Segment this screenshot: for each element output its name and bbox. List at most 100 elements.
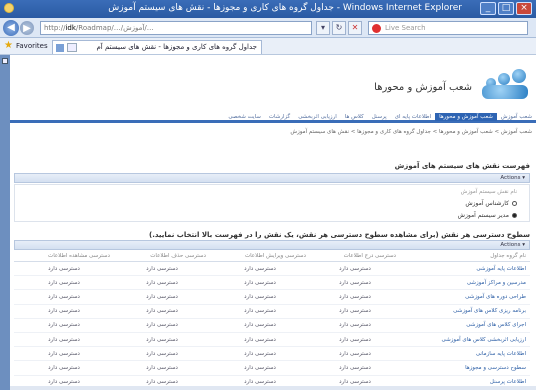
view-access: دسترسی دارد bbox=[14, 304, 114, 319]
url-prefix: http:// bbox=[44, 24, 66, 32]
actions-label: Actions bbox=[500, 242, 521, 248]
roles-list-box: نام نقش سیستم آموزش کارشناس آموزش مدیر س… bbox=[14, 184, 530, 222]
edit-access: دسترسی دارد bbox=[210, 346, 310, 362]
view-access: دسترسی دارد bbox=[14, 289, 114, 305]
role-option-label: مدیر سیستم آموزش bbox=[457, 212, 509, 219]
nav-item[interactable]: شعب آموزش bbox=[497, 113, 536, 121]
nav-item[interactable]: گزارشات bbox=[265, 113, 294, 121]
edit-access: دسترسی دارد bbox=[210, 261, 310, 277]
quick-tabs-icon[interactable] bbox=[67, 43, 77, 52]
site-logo bbox=[476, 69, 530, 105]
group-name-link[interactable]: برنامه ریزی کلاس های آموزشی bbox=[400, 304, 530, 319]
nav-item[interactable]: سایت شخصی bbox=[224, 113, 264, 121]
delete-access: دسترسی دارد bbox=[114, 261, 210, 277]
delete-access: دسترسی دارد bbox=[114, 304, 210, 319]
insert-access: دسترسی دارد bbox=[310, 332, 400, 348]
nav-item[interactable]: ارزیابی اثربخشی bbox=[294, 113, 341, 121]
actions-label: Actions bbox=[500, 175, 521, 181]
table-header-row: نام گروه جداول دسترسی درج اطلاعات دسترسی… bbox=[14, 251, 530, 262]
view-access: دسترسی دارد bbox=[14, 332, 114, 348]
page-content: شعب آموزش و محورها شعب آموزششعب آموزش و … bbox=[10, 55, 536, 390]
group-name-link[interactable]: اطلاعات پایه سازمانی bbox=[400, 346, 530, 362]
maximize-button[interactable]: □ bbox=[498, 2, 514, 15]
nav-item-active[interactable]: شعب آموزش و محورها bbox=[435, 113, 497, 121]
view-access: دسترسی دارد bbox=[14, 346, 114, 362]
group-name-link[interactable]: مدرسین و مراکز آموزشی bbox=[400, 275, 530, 291]
insert-access: دسترسی دارد bbox=[310, 304, 400, 319]
view-access: دسترسی دارد bbox=[14, 261, 114, 277]
top-navigation: شعب آموزششعب آموزش و محورهااطلاعات پایه … bbox=[10, 113, 536, 123]
column-header[interactable]: دسترسی حذف اطلاعات bbox=[114, 251, 210, 262]
access-levels-title: سطوح دسترسی هر نقش (برای مشاهده سطوح دست… bbox=[149, 231, 530, 239]
edit-access: دسترسی دارد bbox=[210, 332, 310, 348]
search-placeholder: Live Search bbox=[385, 24, 426, 32]
live-search-icon bbox=[372, 24, 381, 33]
url-host: idk bbox=[65, 24, 76, 32]
dropdown-icon[interactable]: ▾ bbox=[316, 21, 330, 35]
table-row: اطلاعات پایه سازمانی دسترسی دارد دسترسی دا… bbox=[14, 346, 530, 362]
table-row: طراحی دوره های آموزشی دسترسی دارد دسترسی د… bbox=[14, 289, 530, 305]
nav-item[interactable]: کلاس ها bbox=[341, 113, 368, 121]
forward-button[interactable]: ▶ bbox=[20, 21, 34, 35]
radio-button-selected[interactable] bbox=[512, 213, 517, 218]
table-row: ارزیابی اثربخشی کلاس های آموزشی دسترسی دا… bbox=[14, 332, 530, 348]
breadcrumb[interactable]: شعب آموزش > شعب آموزش و محورها > جداول گ… bbox=[290, 129, 532, 135]
role-option-selected[interactable]: مدیر سیستم آموزش bbox=[458, 212, 517, 219]
edit-access: دسترسی دارد bbox=[210, 304, 310, 319]
roles-field-label: نام نقش سیستم آموزش bbox=[460, 189, 517, 195]
column-header[interactable]: دسترسی ویرایش اطلاعات bbox=[210, 251, 310, 262]
edit-access: دسترسی دارد bbox=[210, 289, 310, 305]
delete-access: دسترسی دارد bbox=[114, 332, 210, 348]
page-bottom-edge bbox=[10, 386, 536, 390]
browser-tab[interactable]: جداول گروه های کاری و مجوزها - نقش های س… bbox=[52, 40, 262, 54]
browser-gutter bbox=[0, 55, 10, 390]
radio-button[interactable] bbox=[512, 201, 517, 206]
insert-access: دسترسی دارد bbox=[310, 346, 400, 362]
refresh-icon[interactable]: ↻ bbox=[332, 21, 346, 35]
group-name-link[interactable]: اطلاعات پایه آموزشی bbox=[400, 261, 530, 277]
window-title: جداول گروه های کاری و مجوزها - نقش های س… bbox=[108, 3, 462, 13]
search-input[interactable]: Live Search bbox=[368, 21, 528, 35]
role-option[interactable]: کارشناس آموزش bbox=[465, 200, 517, 207]
group-name-link[interactable]: ارزیابی اثربخشی کلاس های آموزشی bbox=[400, 332, 530, 348]
column-header[interactable]: نام گروه جداول bbox=[400, 251, 530, 262]
access-levels-table: نام گروه جداول دسترسی درج اطلاعات دسترسی… bbox=[14, 251, 530, 390]
table-row: مدرسین و مراکز آموزشی دسترسی دارد دسترسی د… bbox=[14, 275, 530, 291]
address-field[interactable]: http://idk/Roadmap/…/آموزش/… bbox=[40, 21, 312, 35]
star-icon[interactable]: ★ bbox=[4, 41, 13, 51]
column-header[interactable]: دسترسی درج اطلاعات bbox=[310, 251, 400, 262]
column-header[interactable]: دسترسی مشاهده اطلاعات bbox=[14, 251, 114, 262]
window-title-bar: جداول گروه های کاری و مجوزها - نقش های س… bbox=[0, 0, 536, 18]
roles-actions-menu[interactable]: ▾ Actions bbox=[14, 173, 530, 183]
table-row: اجرای کلاس های آموزشی دسترسی دارد دسترسی د… bbox=[14, 318, 530, 333]
view-access: دسترسی دارد bbox=[14, 275, 114, 291]
back-button[interactable]: ◀ bbox=[3, 20, 19, 36]
access-actions-menu[interactable]: ▾ Actions bbox=[14, 240, 530, 250]
edit-access: دسترسی دارد bbox=[210, 275, 310, 291]
edit-access: دسترسی دارد bbox=[210, 360, 310, 376]
nav-item[interactable]: اطلاعات پایه ای bbox=[391, 113, 435, 121]
favorites-bar: ★ Favorites جداول گروه های کاری و مجوزها… bbox=[0, 38, 536, 55]
stop-icon[interactable]: ✕ bbox=[348, 21, 362, 35]
insert-access: دسترسی دارد bbox=[310, 261, 400, 277]
table-row: سطوح دسترسی و مجوزها دسترسی دارد دسترسی دا… bbox=[14, 360, 530, 376]
table-row: اطلاعات پایه آموزشی دسترسی دارد دسترسی دار… bbox=[14, 261, 530, 277]
window-controls: _ □ × bbox=[480, 2, 532, 15]
url-path: /Roadmap/…/آموزش/… bbox=[75, 24, 154, 32]
page-icon bbox=[56, 44, 64, 52]
delete-access: دسترسی دارد bbox=[114, 360, 210, 376]
delete-access: دسترسی دارد bbox=[114, 318, 210, 333]
delete-access: دسترسی دارد bbox=[114, 289, 210, 305]
group-name-link[interactable]: اجرای کلاس های آموزشی bbox=[400, 318, 530, 333]
close-button[interactable]: × bbox=[516, 2, 532, 15]
group-name-link[interactable]: سطوح دسترسی و مجوزها bbox=[400, 360, 530, 376]
view-access: دسترسی دارد bbox=[14, 318, 114, 333]
ie-icon bbox=[4, 3, 14, 13]
favorites-label[interactable]: Favorites bbox=[16, 42, 48, 50]
view-access: دسترسی دارد bbox=[14, 360, 114, 376]
group-name-link[interactable]: طراحی دوره های آموزشی bbox=[400, 289, 530, 305]
delete-access: دسترسی دارد bbox=[114, 275, 210, 291]
minimize-button[interactable]: _ bbox=[480, 2, 496, 15]
insert-access: دسترسی دارد bbox=[310, 275, 400, 291]
nav-item[interactable]: پرسنل bbox=[368, 113, 391, 121]
